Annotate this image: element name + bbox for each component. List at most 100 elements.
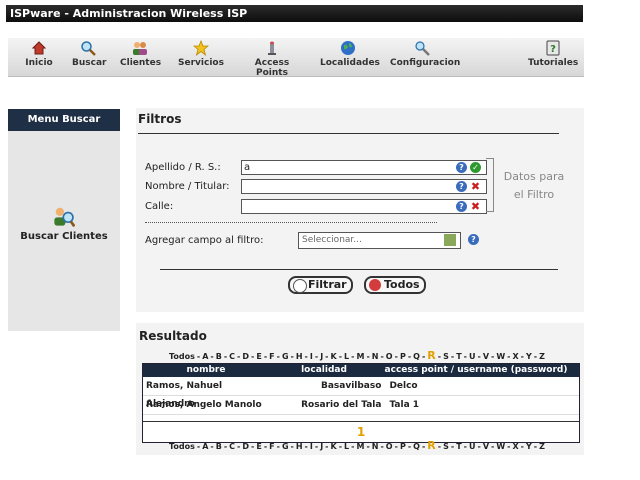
alphabet-link-g[interactable]: G xyxy=(282,352,289,361)
remove-icon[interactable]: ✖ xyxy=(470,181,481,192)
alphabet-link-b[interactable]: B xyxy=(216,352,222,361)
alphabet-link-a[interactable]: A xyxy=(202,442,208,451)
alphabet-link-o[interactable]: O xyxy=(386,352,393,361)
alphabet-link-x[interactable]: X xyxy=(513,352,519,361)
alphabet-link-n[interactable]: N xyxy=(372,352,379,361)
alphabet-filter-top: Todos - A - B - C - D - E - F - G - H - I - J - K - L - M - N - O - P - Q -… xyxy=(168,349,568,362)
alphabet-link-z[interactable]: Z xyxy=(539,442,545,451)
alphabet-link-i[interactable]: I xyxy=(310,442,313,451)
alphabet-separator: - xyxy=(210,442,214,451)
add-field-select[interactable]: Seleccionar... xyxy=(298,232,461,249)
alphabet-link-m[interactable]: M xyxy=(356,352,364,361)
nav-clientes[interactable]: Clientes xyxy=(120,40,161,68)
alphabet-link-j[interactable]: J xyxy=(320,442,323,451)
result-table: nombre localidad access point / username… xyxy=(142,363,580,443)
nav-tutoriales[interactable]: ? Tutoriales xyxy=(528,40,578,68)
alphabet-link-v[interactable]: V xyxy=(483,352,489,361)
alphabet-link-o[interactable]: O xyxy=(386,442,393,451)
alphabet-link-c[interactable]: C xyxy=(229,352,235,361)
help-icon[interactable]: ? xyxy=(468,234,479,245)
alphabet-link-c[interactable]: C xyxy=(229,442,235,451)
alphabet-link-j[interactable]: J xyxy=(320,352,323,361)
alphabet-link-all[interactable]: Todos xyxy=(169,352,195,361)
alphabet-link-v[interactable]: V xyxy=(483,442,489,451)
calle-input[interactable] xyxy=(241,199,487,214)
column-header-localidad[interactable]: localidad xyxy=(269,364,379,377)
alphabet-link-f[interactable]: F xyxy=(269,442,274,451)
alphabet-link-a[interactable]: A xyxy=(202,352,208,361)
alphabet-link-m[interactable]: M xyxy=(356,442,364,451)
nombre-input[interactable] xyxy=(241,179,487,194)
alphabet-separator: - xyxy=(477,352,481,361)
alphabet-link-g[interactable]: G xyxy=(282,442,289,451)
alphabet-link-s[interactable]: S xyxy=(443,442,449,451)
alphabet-link-i[interactable]: I xyxy=(310,352,313,361)
alphabet-link-r[interactable]: R xyxy=(427,349,435,362)
alphabet-link-p[interactable]: P xyxy=(400,352,406,361)
column-header-nombre[interactable]: nombre xyxy=(143,364,269,377)
alphabet-link-l[interactable]: L xyxy=(344,442,349,451)
help-icon[interactable]: ? xyxy=(456,201,467,212)
nav-servicios[interactable]: Servicios xyxy=(178,40,224,68)
help-icon[interactable]: ? xyxy=(456,181,467,192)
alphabet-link-y[interactable]: Y xyxy=(526,442,532,451)
sidebar-title: Menu Buscar xyxy=(8,109,120,131)
alphabet-separator: - xyxy=(304,442,308,451)
chevron-down-icon[interactable] xyxy=(444,234,456,246)
alphabet-link-b[interactable]: B xyxy=(216,442,222,451)
alphabet-link-z[interactable]: Z xyxy=(539,352,545,361)
alphabet-link-k[interactable]: K xyxy=(331,442,337,451)
alphabet-separator: - xyxy=(477,442,481,451)
alphabet-link-f[interactable]: F xyxy=(269,352,274,361)
alphabet-separator: - xyxy=(491,442,495,451)
apellido-input[interactable]: a xyxy=(241,160,487,175)
nav-buscar[interactable]: Buscar xyxy=(72,40,106,68)
alphabet-link-n[interactable]: N xyxy=(372,442,379,451)
alphabet-separator: - xyxy=(437,352,442,361)
alphabet-separator: - xyxy=(394,442,398,451)
alphabet-link-l[interactable]: L xyxy=(344,352,349,361)
alphabet-link-k[interactable]: K xyxy=(331,352,337,361)
alphabet-link-s[interactable]: S xyxy=(443,352,449,361)
alphabet-link-p[interactable]: P xyxy=(400,442,406,451)
alphabet-link-t[interactable]: T xyxy=(456,442,461,451)
alphabet-link-u[interactable]: U xyxy=(469,442,476,451)
alphabet-link-all[interactable]: Todos xyxy=(169,442,195,451)
field-label-apellido: Apellido / R. S.: xyxy=(145,162,221,173)
alphabet-link-q[interactable]: Q xyxy=(413,352,420,361)
alphabet-link-d[interactable]: D xyxy=(242,352,249,361)
alphabet-link-u[interactable]: U xyxy=(469,352,476,361)
all-button[interactable]: Todos xyxy=(364,276,426,294)
remove-icon[interactable]: ✖ xyxy=(470,201,481,212)
nav-configuracion[interactable]: Configuracion xyxy=(390,40,460,68)
column-header-access-point[interactable]: access point / username (password) xyxy=(379,364,571,377)
table-row[interactable]: Ramos, Angelo Manolo Rosario del Tala Ta… xyxy=(143,396,579,415)
filter-button[interactable]: Filtrar xyxy=(288,276,353,294)
nav-localidades[interactable]: Localidades xyxy=(320,40,380,68)
sidebar-item-buscar-clientes[interactable]: Buscar Clientes xyxy=(8,205,120,242)
page-link[interactable]: 1 xyxy=(357,425,365,439)
alphabet-separator: - xyxy=(196,442,201,451)
alphabet-link-q[interactable]: Q xyxy=(413,442,420,451)
filters-title: Filtros xyxy=(138,112,182,126)
alphabet-link-r[interactable]: R xyxy=(427,439,435,452)
alphabet-separator: - xyxy=(351,442,355,451)
alphabet-link-t[interactable]: T xyxy=(456,352,461,361)
alphabet-link-h[interactable]: H xyxy=(296,442,303,451)
filters-bottom-rule xyxy=(160,269,558,270)
nav-access-points[interactable]: Access Points xyxy=(240,40,304,78)
alphabet-link-e[interactable]: E xyxy=(256,442,261,451)
help-icon[interactable]: ? xyxy=(456,162,467,173)
alphabet-link-w[interactable]: W xyxy=(496,352,505,361)
check-icon[interactable]: ✓ xyxy=(470,162,481,173)
alphabet-separator: - xyxy=(223,352,228,361)
alphabet-link-w[interactable]: W xyxy=(496,442,505,451)
alphabet-link-x[interactable]: X xyxy=(513,442,519,451)
table-row[interactable]: Ramos, Nahuel Alejandro Basavilbaso Delc… xyxy=(143,377,579,409)
nav-inicio[interactable]: Inicio xyxy=(24,40,54,68)
alphabet-link-d[interactable]: D xyxy=(242,442,249,451)
alphabet-separator: - xyxy=(338,352,343,361)
alphabet-link-h[interactable]: H xyxy=(296,352,303,361)
alphabet-link-y[interactable]: Y xyxy=(526,352,532,361)
alphabet-link-e[interactable]: E xyxy=(256,352,261,361)
